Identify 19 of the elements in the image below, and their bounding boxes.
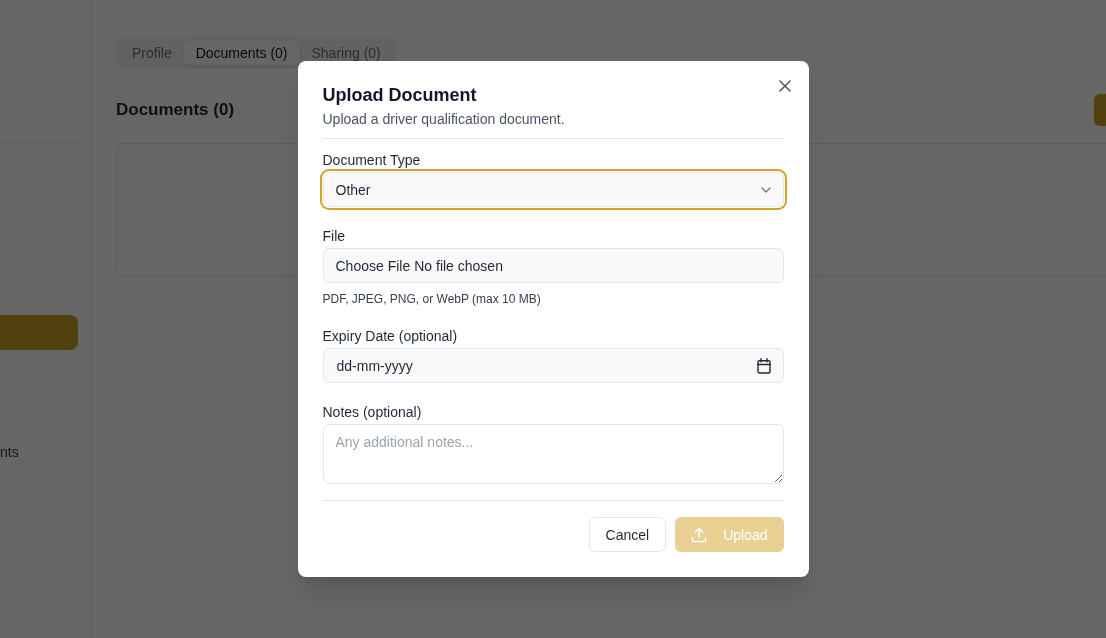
- close-icon[interactable]: [778, 80, 791, 92]
- upload-icon: [691, 526, 708, 543]
- calendar-icon[interactable]: [756, 357, 771, 374]
- field-label: Notes (optional): [322, 403, 423, 422]
- notes-textarea[interactable]: Any additional notes...: [322, 424, 784, 484]
- file-input[interactable]: Choose File No file chosen: [322, 248, 784, 283]
- cancel-button[interactable]: Cancel: [588, 517, 667, 552]
- section-heading: Documents (0): [116, 99, 235, 121]
- date-field[interactable]: dd-mm-yyyy: [322, 348, 784, 383]
- chevron-down-icon: [760, 186, 771, 193]
- dialog-title: Upload Document: [322, 84, 478, 107]
- field-label: Document Type: [322, 151, 422, 170]
- field-label: File: [322, 227, 347, 246]
- tab[interactable]: Documents (0): [183, 41, 300, 65]
- dialog-subtitle: Upload a driver qualification document.: [322, 110, 566, 129]
- field-label: Expiry Date (optional): [322, 327, 459, 346]
- sidebar-item[interactable]: nts: [0, 442, 91, 462]
- document-type-select[interactable]: Other: [322, 172, 784, 207]
- field-hint: PDF, JPEG, PNG, or WebP (max 10 MB): [322, 291, 542, 307]
